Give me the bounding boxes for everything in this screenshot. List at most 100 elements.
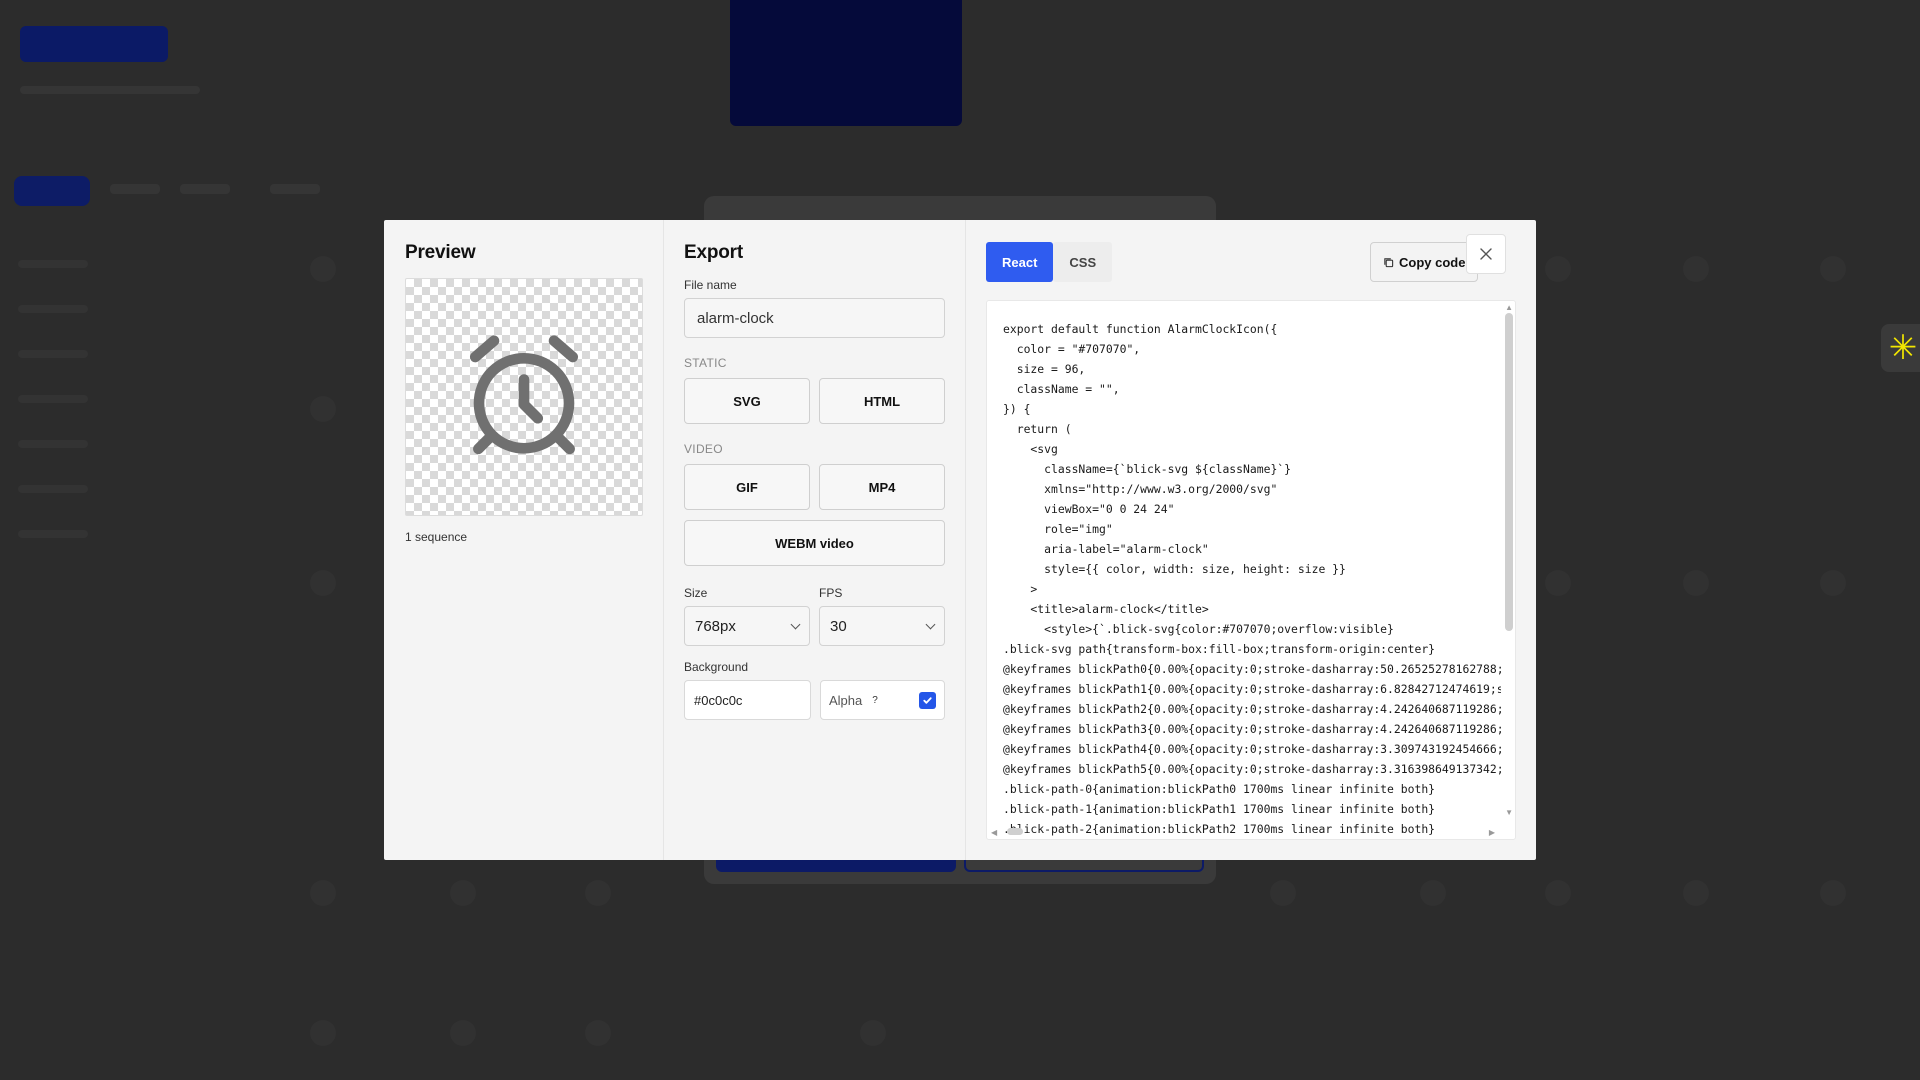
filter-pill-active	[14, 176, 90, 206]
code-line: return (	[1003, 422, 1072, 436]
code-line: >	[1003, 582, 1038, 596]
static-section-label: STATIC	[684, 356, 727, 370]
code-line: role="img"	[1003, 522, 1113, 536]
grid-icon	[310, 570, 336, 596]
export-svg-button[interactable]: SVG	[684, 378, 810, 424]
checkmark-icon	[923, 696, 932, 704]
code-line: }) {	[1003, 402, 1031, 416]
assistant-widget-icon[interactable]: ✳	[1881, 324, 1920, 372]
size-value: 768px	[695, 617, 736, 635]
app-tagline	[20, 86, 200, 94]
export-title: Export	[684, 242, 743, 263]
fps-select[interactable]: 30	[819, 606, 945, 646]
grid-icon	[450, 880, 476, 906]
grid-icon	[1270, 880, 1296, 906]
filter-pill	[270, 184, 320, 194]
grid-icon	[310, 880, 336, 906]
fps-value: 30	[830, 617, 847, 635]
size-label: Size	[684, 586, 708, 600]
sequence-count: 1 sequence	[405, 530, 468, 544]
grid-icon	[1820, 880, 1846, 906]
grid-icon	[1683, 570, 1709, 596]
grid-icon	[1420, 880, 1446, 906]
copy-icon	[1384, 257, 1394, 267]
scroll-left-arrow-icon[interactable]: ◀	[991, 828, 997, 837]
code-viewer[interactable]: export default function AlarmClockIcon({…	[986, 300, 1516, 840]
file-name-input[interactable]: alarm-clock	[684, 298, 945, 338]
grid-icon	[310, 396, 336, 422]
size-select[interactable]: 768px	[684, 606, 810, 646]
code-line: .blick-path-1{animation:blickPath1 1700m…	[1003, 802, 1436, 816]
chevron-down-icon	[925, 619, 936, 629]
preview-title: Preview	[405, 242, 476, 263]
hero-banner	[730, 0, 962, 126]
code-line: viewBox="0 0 24 24"	[1003, 502, 1175, 516]
code-line: className={`blick-svg ${className}`}	[1003, 462, 1292, 476]
chevron-down-icon	[790, 619, 801, 629]
fps-label: FPS	[819, 586, 843, 600]
code-line: @keyframes blickPath0{0.00%{opacity:0;st…	[1003, 662, 1501, 676]
close-button[interactable]	[1466, 234, 1506, 274]
filter-pill	[180, 184, 230, 194]
background-label: Background	[684, 660, 749, 674]
vertical-scrollbar[interactable]	[1505, 313, 1513, 631]
code-line: .blick-svg path{transform-box:fill-box;t…	[1003, 642, 1436, 656]
grid-icon	[310, 1020, 336, 1046]
grid-icon	[450, 1020, 476, 1046]
video-section-label: VIDEO	[684, 442, 723, 456]
sidebar-item	[18, 530, 88, 538]
tab-css[interactable]: CSS	[1053, 242, 1113, 282]
scroll-right-arrow-icon[interactable]: ▶	[1489, 828, 1495, 837]
alpha-checkbox[interactable]	[919, 691, 936, 709]
file-name-label: File name	[684, 278, 737, 292]
sidebar-item	[18, 305, 88, 313]
copy-code-label: Copy code	[1399, 254, 1466, 270]
code-line: style={{ color, width: size, height: siz…	[1003, 562, 1346, 576]
code-line: aria-label="alarm-clock"	[1003, 542, 1209, 556]
code-line: .blick-path-0{animation:blickPath0 1700m…	[1003, 782, 1436, 796]
code-line: <svg	[1003, 442, 1058, 456]
scroll-up-arrow-icon[interactable]: ▲	[1505, 303, 1513, 312]
alpha-help-icon[interactable]: ?	[872, 695, 878, 706]
grid-icon	[1545, 570, 1571, 596]
grid-icon	[1683, 256, 1709, 282]
code-line: size = 96,	[1003, 362, 1086, 376]
grid-icon	[1545, 256, 1571, 282]
grid-icon	[1683, 880, 1709, 906]
background-color-input[interactable]: #0c0c0c	[684, 680, 811, 720]
code-line: <title>alarm-clock</title>	[1003, 602, 1209, 616]
alpha-option: Alpha ?	[820, 680, 945, 720]
copy-code-button[interactable]: Copy code	[1370, 242, 1479, 282]
code-line: className = "",	[1003, 382, 1120, 396]
code-panel-column: React CSS Copy code export default funct…	[966, 220, 1536, 860]
grid-icon	[1820, 570, 1846, 596]
sidebar-item	[18, 260, 88, 268]
filter-pill	[110, 184, 160, 194]
app-logo	[20, 26, 168, 62]
tab-react[interactable]: React	[986, 242, 1054, 282]
code-line: @keyframes blickPath4{0.00%{opacity:0;st…	[1003, 742, 1501, 756]
code-line: @keyframes blickPath2{0.00%{opacity:0;st…	[1003, 702, 1501, 716]
grid-icon	[1545, 880, 1571, 906]
sidebar-item	[18, 485, 88, 493]
code-line: @keyframes blickPath5{0.00%{opacity:0;st…	[1003, 762, 1501, 776]
sidebar-item	[18, 350, 88, 358]
code-content: export default function AlarmClockIcon({…	[1003, 319, 1501, 839]
code-line: .blick-path-2{animation:blickPath2 1700m…	[1003, 822, 1436, 836]
scroll-down-arrow-icon[interactable]: ▼	[1505, 808, 1513, 817]
code-line: <style>{`.blick-svg{color:#707070;overfl…	[1003, 622, 1394, 636]
code-line: color = "#707070",	[1003, 342, 1141, 356]
horizontal-scrollbar[interactable]	[1007, 828, 1023, 835]
export-mp4-button[interactable]: MP4	[819, 464, 945, 510]
export-modal: Preview 1 sequence Export File name alar…	[384, 220, 1536, 860]
code-line: @keyframes blickPath3{0.00%{opacity:0;st…	[1003, 722, 1501, 736]
grid-icon	[1820, 256, 1846, 282]
sidebar-item	[18, 395, 88, 403]
export-webm-button[interactable]: WEBM video	[684, 520, 945, 566]
alpha-label: Alpha	[829, 692, 863, 708]
close-icon	[1480, 248, 1492, 260]
sidebar-item	[18, 440, 88, 448]
export-html-button[interactable]: HTML	[819, 378, 945, 424]
preview-panel: Preview 1 sequence	[384, 220, 664, 860]
export-gif-button[interactable]: GIF	[684, 464, 810, 510]
